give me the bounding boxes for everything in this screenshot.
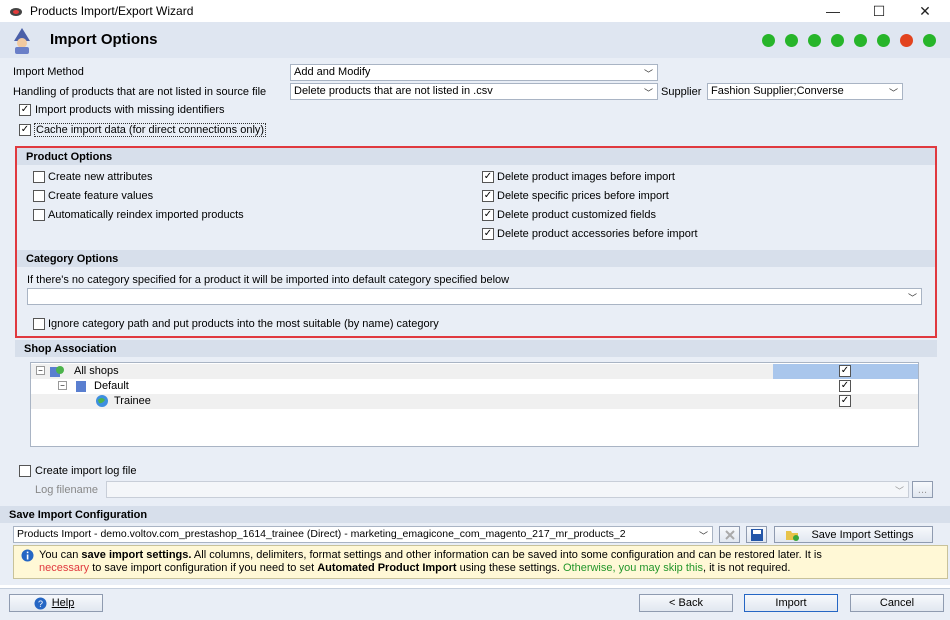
chevron-down-icon: ﹀ [698, 531, 708, 541]
shop-association-header: Shop Association [15, 340, 937, 357]
step-dot [877, 34, 890, 47]
save-import-settings-button[interactable]: Save Import Settings [774, 526, 933, 543]
step-dot [900, 34, 913, 47]
product-option-label: Create new attributes [48, 171, 153, 183]
product-option-checkbox[interactable] [33, 190, 45, 202]
close-button[interactable]: ✕ [902, 0, 948, 22]
delete-config-button[interactable] [719, 526, 740, 543]
back-button[interactable]: < Back [639, 594, 733, 612]
chevron-down-icon: ﹀ [907, 293, 917, 303]
log-filename-input[interactable]: ﹀ [106, 481, 909, 498]
product-option-checkbox[interactable] [33, 209, 45, 221]
step-dot [762, 34, 775, 47]
save-icon [750, 529, 763, 541]
page-title: Import Options [50, 31, 158, 48]
product-option-checkbox[interactable]: ✓ [482, 209, 494, 221]
product-option-label: Create feature values [48, 190, 154, 202]
product-option-label: Delete product accessories before import [497, 228, 698, 240]
product-option-checkbox[interactable] [33, 171, 45, 183]
save-config-header: Save Import Configuration [0, 506, 950, 523]
category-desc: If there's no category specified for a p… [27, 274, 510, 286]
product-option-checkbox[interactable]: ✓ [482, 171, 494, 183]
handling-select[interactable]: Delete products that are not listed in .… [290, 83, 658, 100]
supplier-select[interactable]: Fashion Supplier;Converse ﹀ [707, 83, 903, 100]
chevron-down-icon: ﹀ [888, 88, 898, 98]
step-dot [923, 34, 936, 47]
category-options-header: Category Options [17, 250, 935, 267]
ignore-category-label: Ignore category path and put products in… [48, 318, 439, 330]
cache-checkbox[interactable]: ✓ [19, 124, 31, 136]
minimize-button[interactable]: — [810, 0, 856, 22]
config-select[interactable]: Products Import - demo.voltov.com_presta… [13, 526, 713, 543]
app-icon [10, 8, 22, 16]
browse-button[interactable]: ... [912, 481, 933, 498]
product-option-label: Delete specific prices before import [497, 190, 669, 202]
handling-label: Handling of products that are not listed… [13, 86, 267, 98]
log-filename-label: Log filename [35, 484, 98, 496]
product-option-label: Delete product customized fields [497, 209, 656, 221]
wizard-icon [14, 28, 30, 54]
missing-identifiers-checkbox[interactable]: ✓ [19, 104, 31, 116]
store-icon [76, 381, 86, 392]
help-button[interactable]: ? Help [9, 594, 103, 612]
step-dot [808, 34, 821, 47]
wizard-header: Import Options [0, 22, 950, 58]
info-icon [21, 549, 34, 562]
product-options-header: Product Options [17, 148, 935, 165]
tree-row[interactable]: Trainee ✓ [31, 394, 918, 409]
step-dot [831, 34, 844, 47]
create-log-label: Create import log file [35, 465, 137, 477]
cancel-button[interactable]: Cancel [850, 594, 944, 612]
shop-checkbox[interactable]: ✓ [839, 380, 851, 392]
window-title: Products Import/Export Wizard [30, 4, 194, 18]
create-log-checkbox[interactable] [19, 465, 31, 477]
tree-row[interactable]: − Default ✓ [31, 379, 918, 394]
save-config-button[interactable] [746, 526, 767, 543]
product-option-label: Automatically reindex imported products [48, 209, 244, 221]
chevron-down-icon: ﹀ [894, 486, 904, 496]
chevron-down-icon: ﹀ [643, 69, 653, 79]
globe-icon [96, 395, 108, 407]
collapse-icon: − [36, 366, 45, 375]
product-option-label: Delete product images before import [497, 171, 675, 183]
step-dot [785, 34, 798, 47]
ignore-category-checkbox[interactable] [33, 318, 45, 330]
product-option-checkbox[interactable]: ✓ [482, 190, 494, 202]
shop-tree: − All shops ✓ − Default ✓ Trainee ✓ [30, 362, 919, 447]
maximize-button[interactable]: ☐ [856, 0, 902, 22]
delete-icon [724, 530, 735, 540]
folder-icon [786, 531, 799, 541]
info-message: You can save import settings. All column… [13, 545, 948, 579]
shops-icon [50, 366, 64, 377]
tree-row[interactable]: − All shops ✓ [31, 364, 918, 379]
svg-text:?: ? [38, 599, 43, 609]
highlight-box [15, 146, 937, 338]
collapse-icon: − [58, 381, 67, 390]
import-button[interactable]: Import [744, 594, 838, 612]
import-method-select[interactable]: Add and Modify ﹀ [290, 64, 658, 81]
shop-checkbox[interactable]: ✓ [839, 365, 851, 377]
shop-checkbox[interactable]: ✓ [839, 395, 851, 407]
product-option-checkbox[interactable]: ✓ [482, 228, 494, 240]
cache-label: Cache import data (for direct connection… [34, 123, 267, 137]
default-category-select[interactable]: ﹀ [27, 288, 922, 305]
chevron-down-icon: ﹀ [643, 88, 653, 98]
import-method-label: Import Method [13, 66, 84, 78]
missing-identifiers-label: Import products with missing identifiers [35, 104, 225, 116]
help-icon: ? [34, 597, 47, 610]
step-dot [854, 34, 867, 47]
supplier-label: Supplier [661, 86, 702, 98]
title-bar: Products Import/Export Wizard — ☐ ✕ [0, 0, 950, 22]
